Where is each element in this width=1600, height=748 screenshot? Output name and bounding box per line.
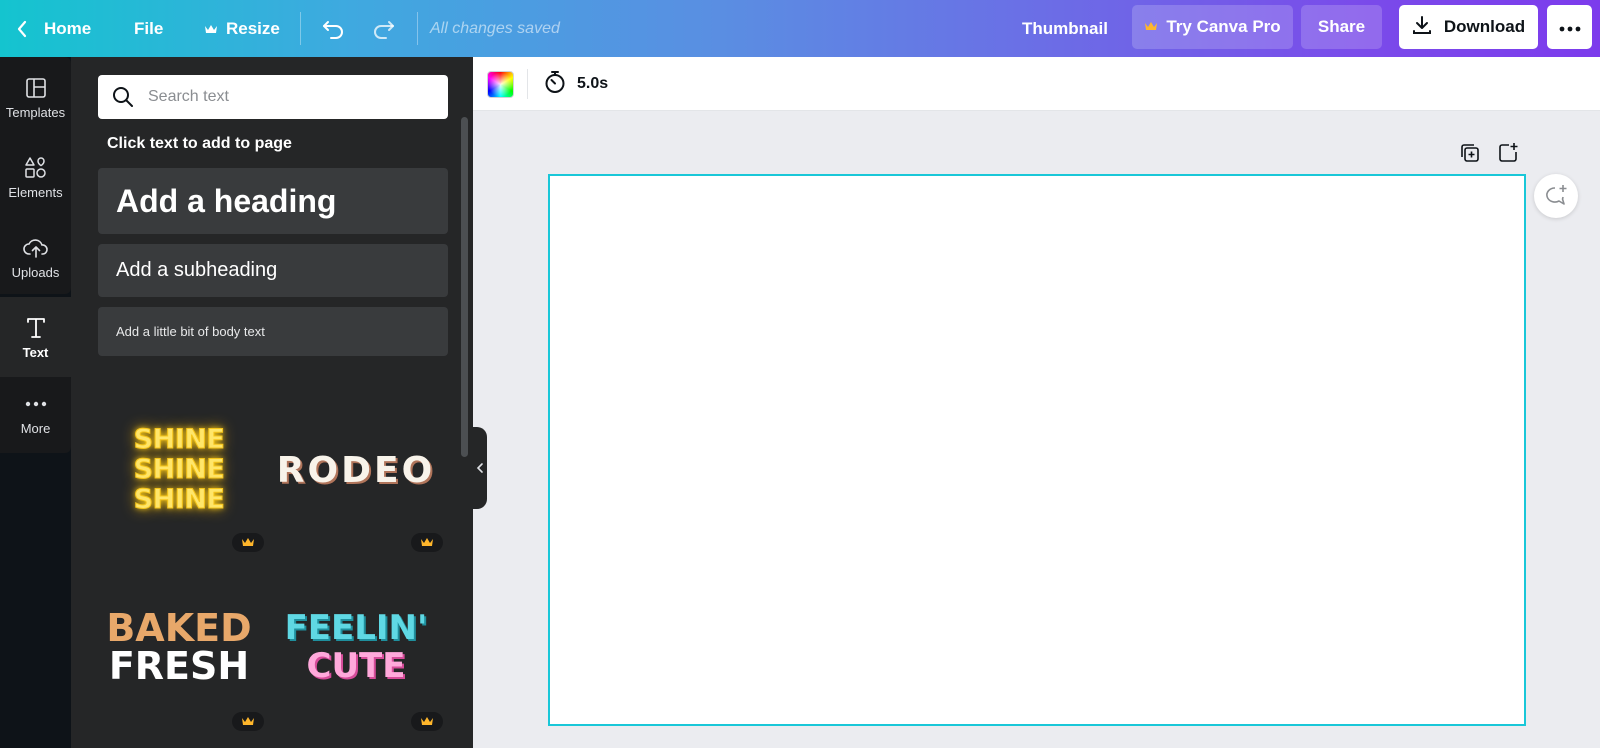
crown-icon bbox=[242, 538, 254, 546]
page-actions bbox=[1459, 142, 1519, 166]
redo-icon bbox=[372, 19, 396, 39]
add-comment-button[interactable] bbox=[1534, 174, 1578, 218]
style-line: SHINE bbox=[133, 454, 225, 485]
download-button[interactable]: Download bbox=[1399, 5, 1538, 49]
file-menu-button[interactable]: File bbox=[134, 0, 163, 57]
editor-toolbar: 5.0s bbox=[473, 57, 1600, 111]
nav-uploads[interactable]: Uploads bbox=[0, 217, 71, 297]
crown-icon bbox=[421, 538, 433, 546]
style-preview: BAKED FRESH bbox=[106, 609, 251, 685]
collapse-panel-button[interactable] bbox=[473, 427, 487, 509]
chevron-left-icon bbox=[476, 463, 483, 473]
left-nav-rail: Templates Elements Uploads Text More bbox=[0, 57, 71, 748]
divider bbox=[527, 69, 528, 99]
home-label: Home bbox=[44, 18, 92, 38]
nav-elements[interactable]: Elements bbox=[0, 137, 71, 217]
divider bbox=[300, 12, 301, 45]
download-label: Download bbox=[1443, 17, 1526, 36]
nav-label: Uploads bbox=[11, 264, 60, 280]
crown-icon bbox=[1144, 17, 1158, 37]
nav-label: More bbox=[20, 420, 51, 436]
design-canvas[interactable] bbox=[548, 174, 1526, 726]
add-body-text-button[interactable]: Add a little bit of body text bbox=[98, 307, 448, 356]
more-icon bbox=[25, 391, 47, 417]
style-line: FRESH bbox=[108, 644, 250, 688]
style-line: RODEO bbox=[276, 449, 436, 491]
top-bar: Home File Resize All changes saved Thumb… bbox=[0, 0, 1600, 57]
search-box[interactable] bbox=[98, 75, 448, 119]
style-line: SHINE bbox=[133, 424, 225, 455]
nav-label: Text bbox=[22, 344, 49, 360]
text-style-feelin-cute[interactable]: FEELIN' CUTE bbox=[271, 572, 441, 722]
resize-button[interactable]: Resize bbox=[204, 0, 280, 57]
panel-hint: Click text to add to page bbox=[107, 135, 292, 152]
duration-label: 5.0s bbox=[577, 75, 609, 92]
nav-templates[interactable]: Templates bbox=[0, 57, 71, 137]
crown-icon bbox=[204, 23, 218, 35]
document-title[interactable]: Thumbnail bbox=[1022, 0, 1108, 57]
panel-scrollbar[interactable] bbox=[461, 117, 468, 457]
ellipsis-icon bbox=[1559, 17, 1581, 37]
redo-button[interactable] bbox=[372, 0, 396, 57]
uploads-icon bbox=[22, 235, 49, 261]
add-heading-button[interactable]: Add a heading bbox=[98, 168, 448, 234]
nav-more[interactable]: More bbox=[0, 373, 71, 453]
nav-text[interactable]: Text bbox=[0, 297, 71, 377]
more-options-button[interactable] bbox=[1547, 5, 1592, 49]
search-icon bbox=[98, 86, 148, 108]
elements-icon bbox=[24, 155, 48, 181]
pro-badge bbox=[232, 712, 264, 731]
duration-button[interactable]: 5.0s bbox=[543, 69, 608, 99]
timer-icon bbox=[543, 70, 567, 99]
style-line: BAKED bbox=[106, 606, 252, 650]
resize-label: Resize bbox=[226, 18, 280, 38]
text-style-shine[interactable]: SHINE SHINE SHINE bbox=[94, 395, 264, 545]
pro-badge bbox=[411, 533, 443, 552]
download-icon bbox=[1412, 15, 1432, 40]
style-line: CUTE bbox=[306, 646, 406, 686]
undo-icon bbox=[321, 19, 345, 39]
search-input[interactable] bbox=[148, 88, 428, 106]
text-panel: Click text to add to page Add a heading … bbox=[71, 57, 473, 748]
style-line: FEELIN' bbox=[284, 608, 428, 648]
nav-label: Templates bbox=[5, 104, 66, 120]
divider bbox=[417, 12, 418, 45]
file-label: File bbox=[134, 18, 164, 38]
add-subheading-button[interactable]: Add a subheading bbox=[98, 244, 448, 297]
nav-label: Elements bbox=[8, 184, 63, 200]
add-page-icon[interactable] bbox=[1497, 142, 1519, 166]
style-preview: FEELIN' CUTE bbox=[285, 609, 428, 685]
crown-icon bbox=[242, 717, 254, 725]
style-preview: SHINE SHINE SHINE bbox=[133, 424, 225, 515]
style-line: SHINE bbox=[133, 484, 225, 515]
duplicate-page-icon[interactable] bbox=[1459, 142, 1481, 166]
text-style-baked-fresh[interactable]: BAKED FRESH bbox=[94, 572, 264, 722]
pro-badge bbox=[411, 712, 443, 731]
templates-icon bbox=[25, 75, 47, 101]
pro-badge bbox=[232, 533, 264, 552]
home-button[interactable]: Home bbox=[16, 0, 91, 57]
text-style-rodeo[interactable]: RODEO bbox=[271, 395, 441, 545]
save-status: All changes saved bbox=[430, 19, 560, 37]
crown-icon bbox=[421, 717, 433, 725]
comment-add-icon bbox=[1546, 185, 1567, 205]
try-pro-button[interactable]: Try Canva Pro bbox=[1132, 5, 1293, 49]
background-color-button[interactable] bbox=[487, 71, 514, 98]
chevron-left-icon bbox=[16, 20, 28, 38]
text-icon bbox=[26, 315, 46, 341]
undo-button[interactable] bbox=[321, 0, 345, 57]
share-button[interactable]: Share bbox=[1301, 5, 1382, 49]
try-pro-label: Try Canva Pro bbox=[1166, 17, 1281, 36]
